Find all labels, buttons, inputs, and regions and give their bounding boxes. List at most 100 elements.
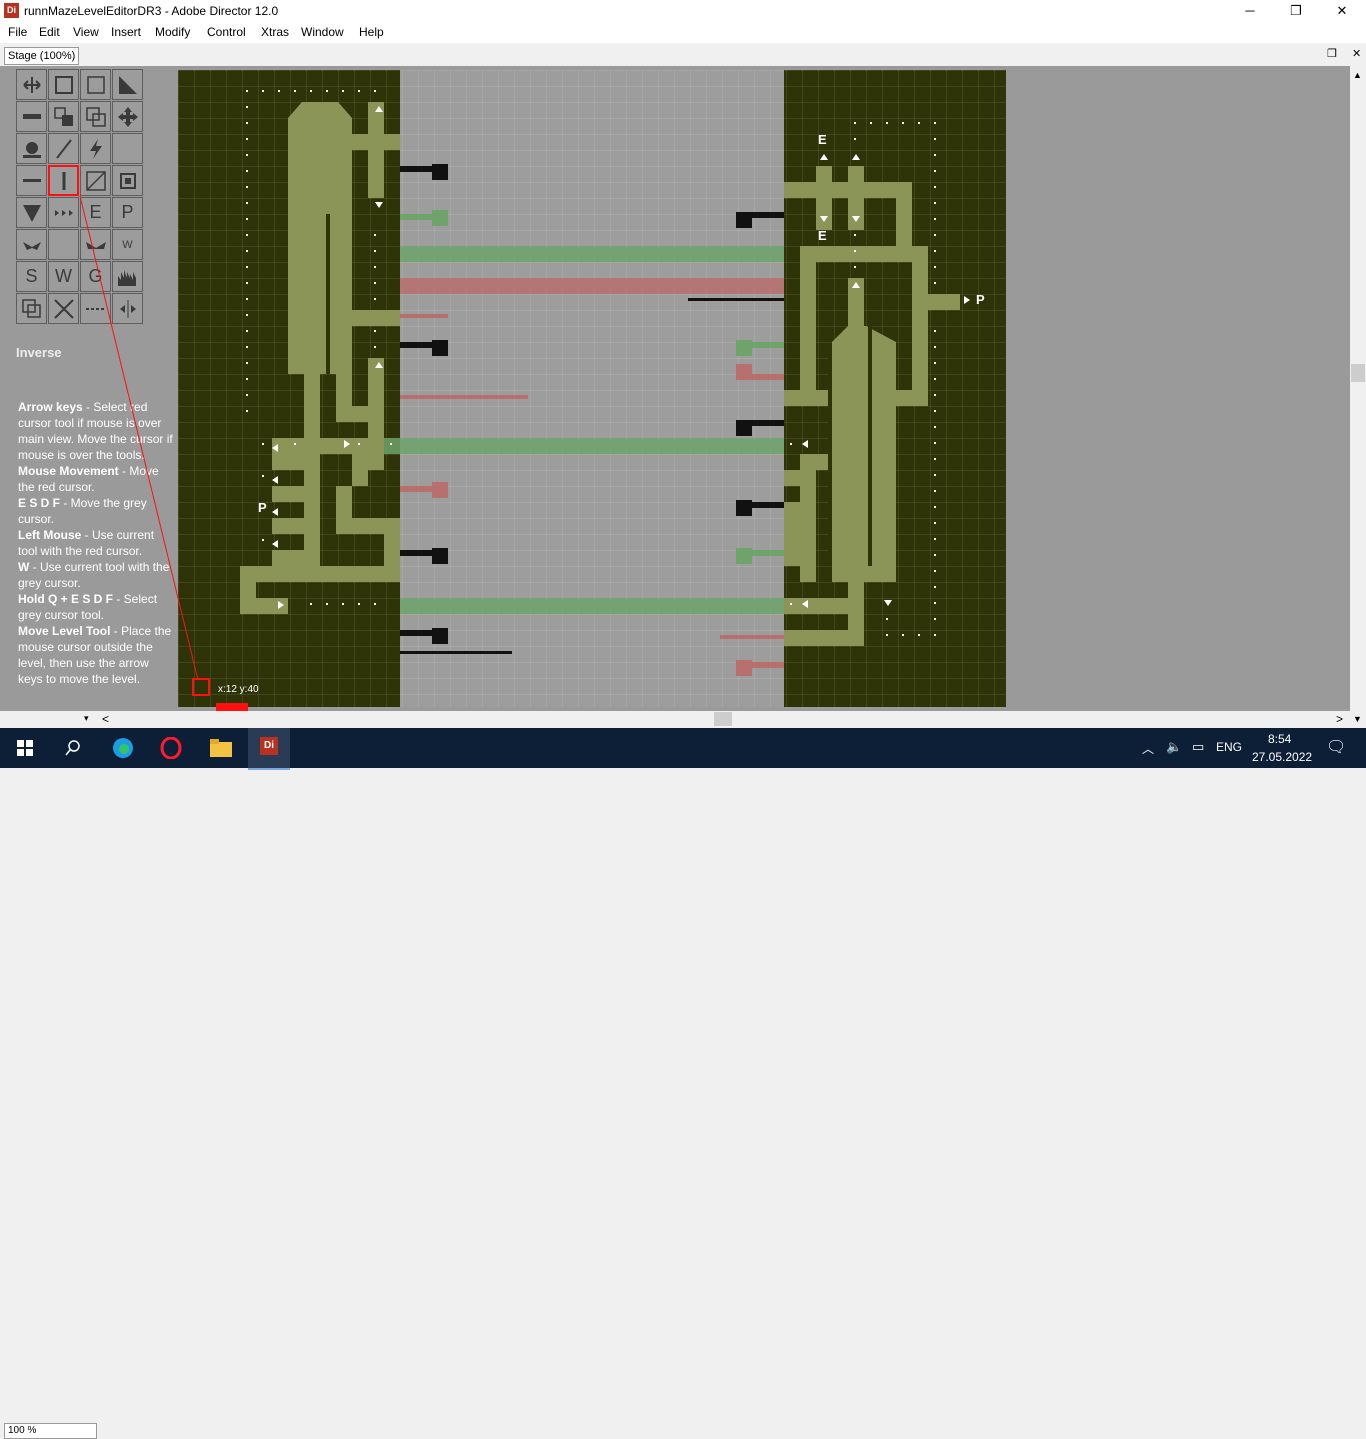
director-taskbar-icon: Di <box>260 737 278 755</box>
lightning-icon[interactable] <box>80 133 111 164</box>
stamp-icon[interactable] <box>112 165 143 196</box>
rectangle-tool[interactable] <box>80 69 111 100</box>
network-icon[interactable]: ▭ <box>1192 739 1204 755</box>
clock-time[interactable]: 8:54 <box>1268 732 1291 746</box>
menu-help[interactable]: Help <box>359 25 384 39</box>
enemy-marker: E <box>818 132 827 147</box>
file-explorer-icon[interactable] <box>208 736 234 760</box>
copy-area-tool[interactable] <box>48 69 79 100</box>
windows-start-icon[interactable] <box>12 736 38 760</box>
w-tool[interactable]: W <box>48 261 79 292</box>
cursor-coordinates: x:12 y:40 <box>218 684 259 695</box>
inverse-tool[interactable] <box>48 165 79 196</box>
enemy-tool-letter: E <box>89 202 102 222</box>
empty-tool[interactable] <box>112 133 143 164</box>
ball-tool[interactable] <box>16 133 47 164</box>
red-position-marker <box>216 703 248 711</box>
layer-tool[interactable] <box>80 101 111 132</box>
scroll-up-icon[interactable]: ▲ <box>1353 70 1362 80</box>
s-tool[interactable]: S <box>16 261 47 292</box>
menu-edit[interactable]: Edit <box>39 25 60 39</box>
duplicate-icon[interactable] <box>16 293 47 324</box>
down-triangle-icon[interactable] <box>16 197 47 228</box>
help-w: W - Use current tool with the grey curso… <box>18 560 170 590</box>
red-cursor <box>192 678 210 696</box>
stage-restore-button[interactable]: ❐ <box>1327 47 1337 60</box>
volume-icon[interactable]: 🔈 <box>1166 739 1182 755</box>
scroll-right-button[interactable]: > <box>1336 712 1343 726</box>
close-button[interactable]: ✕ <box>1319 0 1365 22</box>
language-indicator[interactable]: ENG <box>1216 740 1242 754</box>
platform-tool[interactable] <box>16 101 47 132</box>
menu-bar: File Edit View Insert Modify Control Xtr… <box>0 22 1366 43</box>
window-title: runnMazeLevelEditorDR3 - Adobe Director … <box>24 4 279 18</box>
menu-modify[interactable]: Modify <box>155 25 190 39</box>
scroll-thumb-vertical[interactable] <box>1351 364 1365 382</box>
scroll-left-button[interactable]: < <box>102 712 109 726</box>
move-level-tool[interactable] <box>16 69 47 100</box>
s-tool-letter: S <box>25 266 38 286</box>
opera-browser-icon[interactable] <box>158 736 184 760</box>
clock-date[interactable]: 27.05.2022 <box>1252 750 1312 764</box>
line-tool[interactable] <box>48 133 79 164</box>
title-bar: Di runnMazeLevelEditorDR3 - Adobe Direct… <box>0 0 1366 22</box>
stage-window-header: Stage (100%) ❐ ✕ <box>0 44 1366 67</box>
g-tool-letter: G <box>88 266 103 286</box>
player-marker: P <box>258 500 267 515</box>
menu-xtras[interactable]: Xtras <box>261 25 289 39</box>
zoom-select[interactable]: 100 % <box>4 1423 97 1439</box>
diagonal-tool[interactable] <box>80 165 111 196</box>
menu-view[interactable]: View <box>73 25 99 39</box>
small-w-tool[interactable]: W <box>112 229 143 260</box>
stage-title: Stage (100%) <box>4 47 80 65</box>
help-hold-q: Hold Q + E S D F - Select grey cursor to… <box>18 592 158 622</box>
bat-icon[interactable] <box>16 229 47 260</box>
delete-cross-icon[interactable] <box>48 293 79 324</box>
menu-file[interactable]: File <box>8 25 27 39</box>
vertical-scrollbar[interactable]: ▲ ▼ <box>1350 66 1366 728</box>
search-icon[interactable] <box>60 736 86 760</box>
player-tool[interactable]: P <box>112 197 143 228</box>
spikes-icon[interactable] <box>112 261 143 292</box>
help-left-mouse: Left Mouse - Use current tool with the r… <box>18 528 155 558</box>
dashed-line-icon[interactable] <box>80 293 111 324</box>
zoom-chevron-down-icon[interactable]: ▾ <box>84 713 89 724</box>
player-tool-letter: P <box>121 202 134 222</box>
maximize-button[interactable]: ❐ <box>1273 0 1319 22</box>
current-tool-label: Inverse <box>16 345 62 360</box>
horizontal-scrollbar[interactable]: 100 % ▾ < > <box>0 711 1350 1439</box>
level-canvas <box>240 90 970 676</box>
menu-control[interactable]: Control <box>207 25 246 39</box>
player-marker: P <box>976 292 985 307</box>
taskbar: Di ︿ 🔈 ▭ ENG 8:54 27.05.2022 🗨 <box>0 728 1366 770</box>
horizontal-bar-tool[interactable] <box>16 165 47 196</box>
edge-browser-icon[interactable] <box>110 736 136 760</box>
slope-tool[interactable] <box>112 69 143 100</box>
stage-close-button[interactable]: ✕ <box>1352 47 1361 60</box>
enemy-tool[interactable]: E <box>80 197 111 228</box>
notification-icon[interactable]: 🗨 <box>1326 737 1346 757</box>
w-tool-letter: W <box>55 266 72 286</box>
help-mouse-movement: Mouse Movement - Move the red cursor. <box>18 464 159 494</box>
scroll-arrows-icon[interactable] <box>112 293 143 324</box>
help-esdf: E S D F - Move the grey cursor. <box>18 496 147 526</box>
help-arrow-keys: Arrow keys - Select red cursor tool if m… <box>18 400 173 462</box>
enemy-marker: E <box>818 228 827 243</box>
cross-arrows-icon[interactable] <box>112 101 143 132</box>
menu-window[interactable]: Window <box>301 25 344 39</box>
director-taskbar-button[interactable]: Di <box>248 728 290 770</box>
small-w-letter: W <box>122 238 133 251</box>
chevron-up-icon[interactable]: ︿ <box>1142 740 1154 757</box>
level-view[interactable]: E E P P <box>178 70 1006 707</box>
arrows-right-icon[interactable] <box>48 197 79 228</box>
help-text: Arrow keys - Select red cursor tool if m… <box>18 399 174 687</box>
g-tool[interactable]: G <box>80 261 111 292</box>
menu-insert[interactable]: Insert <box>111 25 141 39</box>
minimize-button[interactable]: ─ <box>1227 0 1273 22</box>
tool-palette: E P W S W G <box>16 69 144 325</box>
scroll-thumb-horizontal[interactable] <box>714 712 732 726</box>
scroll-down-icon[interactable]: ▼ <box>1353 714 1362 724</box>
empty-tool-2[interactable] <box>48 229 79 260</box>
wing-icon[interactable] <box>80 229 111 260</box>
fill-tool[interactable] <box>48 101 79 132</box>
